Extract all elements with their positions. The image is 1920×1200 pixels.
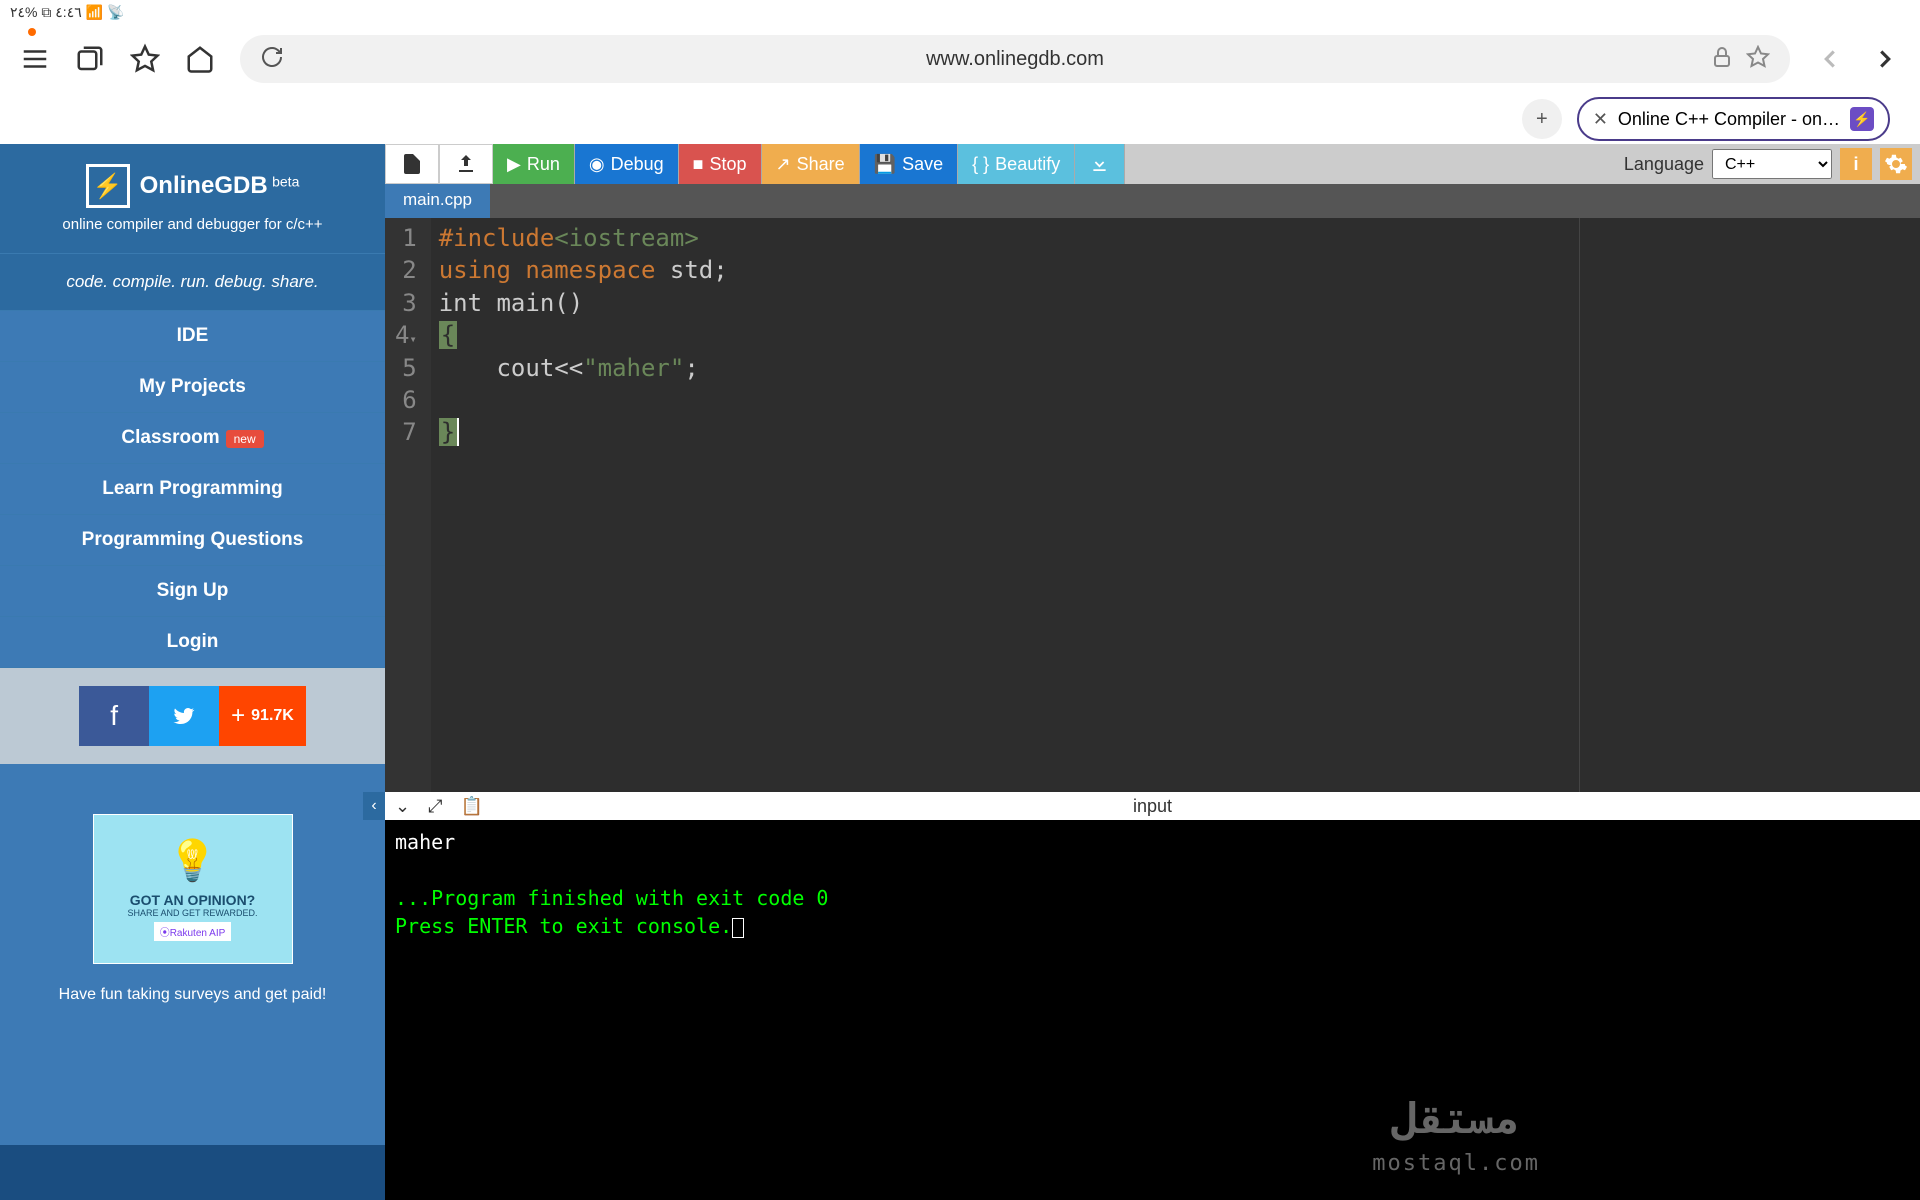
new-file-button[interactable] — [385, 144, 439, 184]
console-title: input — [1133, 796, 1172, 817]
motto: code. compile. run. debug. share. — [0, 254, 385, 311]
upload-button[interactable] — [439, 144, 493, 184]
line-gutter: 1 2 3 4▾ 5 6 7 — [385, 218, 431, 792]
share-count: 91.7K — [251, 707, 294, 725]
nav-learn[interactable]: Learn Programming — [0, 464, 385, 515]
toolbar: ▶ Run ◉ Debug ■ Stop ↗ Share 💾 Save { } … — [385, 144, 1920, 184]
code-editor[interactable]: 1 2 3 4▾ 5 6 7 #include<iostream> using … — [385, 218, 1920, 792]
watermark-latin: mostaql.com — [1372, 1149, 1540, 1180]
beautify-label: Beautify — [995, 154, 1060, 175]
language-select[interactable]: C++ — [1712, 149, 1832, 179]
browser-chrome: www.onlinegdb.com — [0, 24, 1920, 94]
tagline: online compiler and debugger for c/c++ — [15, 216, 370, 233]
watermark-arabic: مستقل — [1372, 1090, 1540, 1149]
beautify-button[interactable]: { } Beautify — [958, 144, 1075, 184]
lock-icon — [1710, 45, 1734, 74]
tabs-icon[interactable] — [75, 44, 105, 74]
expand-console-icon[interactable]: ⤢ — [428, 796, 442, 817]
close-tab-icon[interactable]: ✕ — [1593, 109, 1608, 130]
beta-badge: beta — [272, 174, 299, 190]
bulb-icon: 💡 — [168, 837, 218, 884]
back-icon[interactable] — [1815, 44, 1845, 74]
debug-label: Debug — [611, 154, 664, 175]
console-output[interactable]: maher ...Program finished with exit code… — [385, 820, 1920, 1200]
file-tab-main[interactable]: main.cpp — [385, 184, 490, 218]
new-badge: new — [226, 430, 264, 448]
twitter-button[interactable] — [149, 686, 219, 746]
nav-classroom-label: Classroom — [121, 427, 219, 448]
copy-console-icon[interactable]: 📋 — [461, 796, 483, 817]
save-button[interactable]: 💾 Save — [860, 144, 958, 184]
ad-title: GOT AN OPINION? — [130, 892, 255, 908]
settings-button[interactable] — [1880, 148, 1912, 180]
watermark: مستقل mostaql.com — [1372, 1090, 1540, 1180]
ad-box[interactable]: 💡 GOT AN OPINION? SHARE AND GET REWARDED… — [93, 814, 293, 964]
status-text: ٤:٤٦ ⧉ %٢٤ 📶 📡 — [10, 4, 124, 21]
download-button[interactable] — [1075, 144, 1125, 184]
nav-questions[interactable]: Programming Questions — [0, 515, 385, 566]
info-button[interactable]: i — [1840, 148, 1872, 180]
tab-favicon: ⚡ — [1850, 107, 1874, 131]
forward-icon[interactable] — [1870, 44, 1900, 74]
bookmark-icon[interactable] — [130, 44, 160, 74]
tab-title: Online C++ Compiler - on… — [1618, 109, 1840, 130]
nav-my-projects[interactable]: My Projects — [0, 362, 385, 413]
file-tabs: main.cpp — [385, 184, 1920, 218]
app-container: ⚡ OnlineGDB beta online compiler and deb… — [0, 144, 1920, 1200]
url-text: www.onlinegdb.com — [926, 48, 1104, 71]
logo-icon: ⚡ — [86, 164, 130, 208]
console-line-1: maher — [395, 828, 1910, 856]
new-tab-button[interactable]: + — [1522, 99, 1562, 139]
run-button[interactable]: ▶ Run — [493, 144, 575, 184]
ad-subtitle: SHARE AND GET REWARDED. — [127, 908, 257, 918]
stop-button[interactable]: ■ Stop — [679, 144, 762, 184]
facebook-button[interactable]: f — [79, 686, 149, 746]
brand-name: OnlineGDB — [140, 172, 268, 199]
console-line-3: Press ENTER to exit console. — [395, 914, 732, 938]
share-button[interactable]: +91.7K — [219, 686, 306, 746]
reload-icon[interactable] — [260, 45, 284, 74]
editor-area: ▶ Run ◉ Debug ■ Stop ↗ Share 💾 Save { } … — [385, 144, 1920, 1200]
collapse-console-icon[interactable]: ⌄ — [395, 796, 410, 817]
share-label: Share — [797, 154, 845, 175]
console-header: ⌄ ⤢ 📋 input — [385, 792, 1920, 820]
star-icon[interactable] — [1746, 45, 1770, 74]
nav-ide[interactable]: IDE — [0, 311, 385, 362]
console-cursor — [732, 918, 744, 938]
nav-classroom[interactable]: Classroom new — [0, 413, 385, 464]
save-label: Save — [902, 154, 943, 175]
status-bar: ٤:٤٦ ⧉ %٢٤ 📶 📡 — [0, 0, 1920, 24]
run-label: Run — [527, 154, 560, 175]
active-tab[interactable]: ✕ Online C++ Compiler - on… ⚡ — [1577, 97, 1890, 141]
share-button-tb[interactable]: ↗ Share — [762, 144, 860, 184]
ad-caption: Have fun taking surveys and get paid! — [30, 984, 355, 1006]
hamburger-icon[interactable] — [20, 44, 50, 74]
nav-login[interactable]: Login — [0, 617, 385, 668]
sidebar: ⚡ OnlineGDB beta online compiler and deb… — [0, 144, 385, 1200]
address-bar[interactable]: www.onlinegdb.com — [240, 35, 1790, 83]
logo-section: ⚡ OnlineGDB beta online compiler and deb… — [0, 144, 385, 254]
code-content[interactable]: #include<iostream> using namespace std; … — [431, 218, 1920, 792]
stop-label: Stop — [710, 154, 747, 175]
ad-brand: ⦿Rakuten AIP — [154, 922, 232, 941]
column-ruler — [1579, 218, 1580, 792]
notification-dot — [28, 28, 36, 36]
console-line-2: ...Program finished with exit code 0 — [395, 884, 1910, 912]
nav-signup[interactable]: Sign Up — [0, 566, 385, 617]
sidebar-footer — [0, 1145, 385, 1200]
debug-button[interactable]: ◉ Debug — [575, 144, 679, 184]
collapse-sidebar-button[interactable]: ‹ — [363, 792, 385, 820]
tab-bar: + ✕ Online C++ Compiler - on… ⚡ — [0, 94, 1920, 144]
language-label: Language — [1624, 154, 1704, 175]
ad-section: 💡 GOT AN OPINION? SHARE AND GET REWARDED… — [0, 764, 385, 1145]
social-row: f +91.7K — [0, 668, 385, 764]
home-icon[interactable] — [185, 44, 215, 74]
